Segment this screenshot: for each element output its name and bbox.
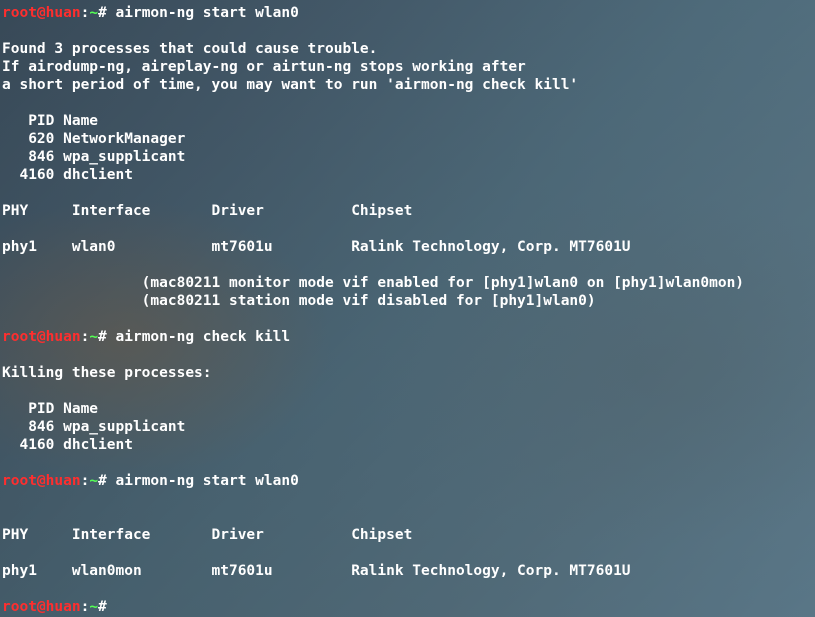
output-line: phy1 wlan0 mt7601u Ralink Technology, Co… <box>2 238 813 256</box>
prompt-colon: : <box>81 473 90 489</box>
output-line: (mac80211 monitor mode vif enabled for [… <box>2 274 813 292</box>
output-line <box>2 256 813 274</box>
output-line <box>2 22 813 40</box>
output-line <box>2 346 813 364</box>
output-line: 4160 dhclient <box>2 166 813 184</box>
prompt-tilde: ~ <box>89 599 98 615</box>
output-line <box>2 310 813 328</box>
output-line: PHY Interface Driver Chipset <box>2 526 813 544</box>
output-line: If airodump-ng, aireplay-ng or airtun-ng… <box>2 58 813 76</box>
prompt-user: root@huan <box>2 599 81 615</box>
command-text: airmon-ng start wlan0 <box>107 5 299 21</box>
command-line[interactable]: root@huan:~# airmon-ng start wlan0 <box>2 4 813 22</box>
output-line: Found 3 processes that could cause troub… <box>2 40 813 58</box>
output-line: 620 NetworkManager <box>2 130 813 148</box>
output-line: PID Name <box>2 112 813 130</box>
output-line: (mac80211 station mode vif disabled for … <box>2 292 813 310</box>
terminal-area[interactable]: root@huan:~# airmon-ng start wlan0 Found… <box>0 0 815 617</box>
prompt-hash: # <box>98 599 107 615</box>
command-text: airmon-ng start wlan0 <box>107 473 299 489</box>
prompt-user: root@huan <box>2 329 81 345</box>
prompt-user: root@huan <box>2 473 81 489</box>
output-line <box>2 580 813 598</box>
command-text <box>107 599 116 615</box>
output-line <box>2 544 813 562</box>
output-line: a short period of time, you may want to … <box>2 76 813 94</box>
output-line <box>2 94 813 112</box>
command-line[interactable]: root@huan:~# airmon-ng start wlan0 <box>2 472 813 490</box>
output-line <box>2 382 813 400</box>
output-line: phy1 wlan0mon mt7601u Ralink Technology,… <box>2 562 813 580</box>
output-line: PHY Interface Driver Chipset <box>2 202 813 220</box>
output-line <box>2 184 813 202</box>
output-line: 846 wpa_supplicant <box>2 148 813 166</box>
output-line: 846 wpa_supplicant <box>2 418 813 436</box>
prompt-colon: : <box>81 5 90 21</box>
output-line <box>2 454 813 472</box>
output-line <box>2 508 813 526</box>
prompt-tilde: ~ <box>89 329 98 345</box>
output-line: 4160 dhclient <box>2 436 813 454</box>
command-line[interactable]: root@huan:~# <box>2 598 813 616</box>
prompt-user: root@huan <box>2 5 81 21</box>
command-text: airmon-ng check kill <box>107 329 290 345</box>
output-line: PID Name <box>2 400 813 418</box>
output-line: Killing these processes: <box>2 364 813 382</box>
prompt-hash: # <box>98 473 107 489</box>
prompt-colon: : <box>81 329 90 345</box>
prompt-colon: : <box>81 599 90 615</box>
output-line <box>2 220 813 238</box>
prompt-tilde: ~ <box>89 5 98 21</box>
command-line[interactable]: root@huan:~# airmon-ng check kill <box>2 328 813 346</box>
prompt-hash: # <box>98 5 107 21</box>
prompt-tilde: ~ <box>89 473 98 489</box>
prompt-hash: # <box>98 329 107 345</box>
output-line <box>2 490 813 508</box>
